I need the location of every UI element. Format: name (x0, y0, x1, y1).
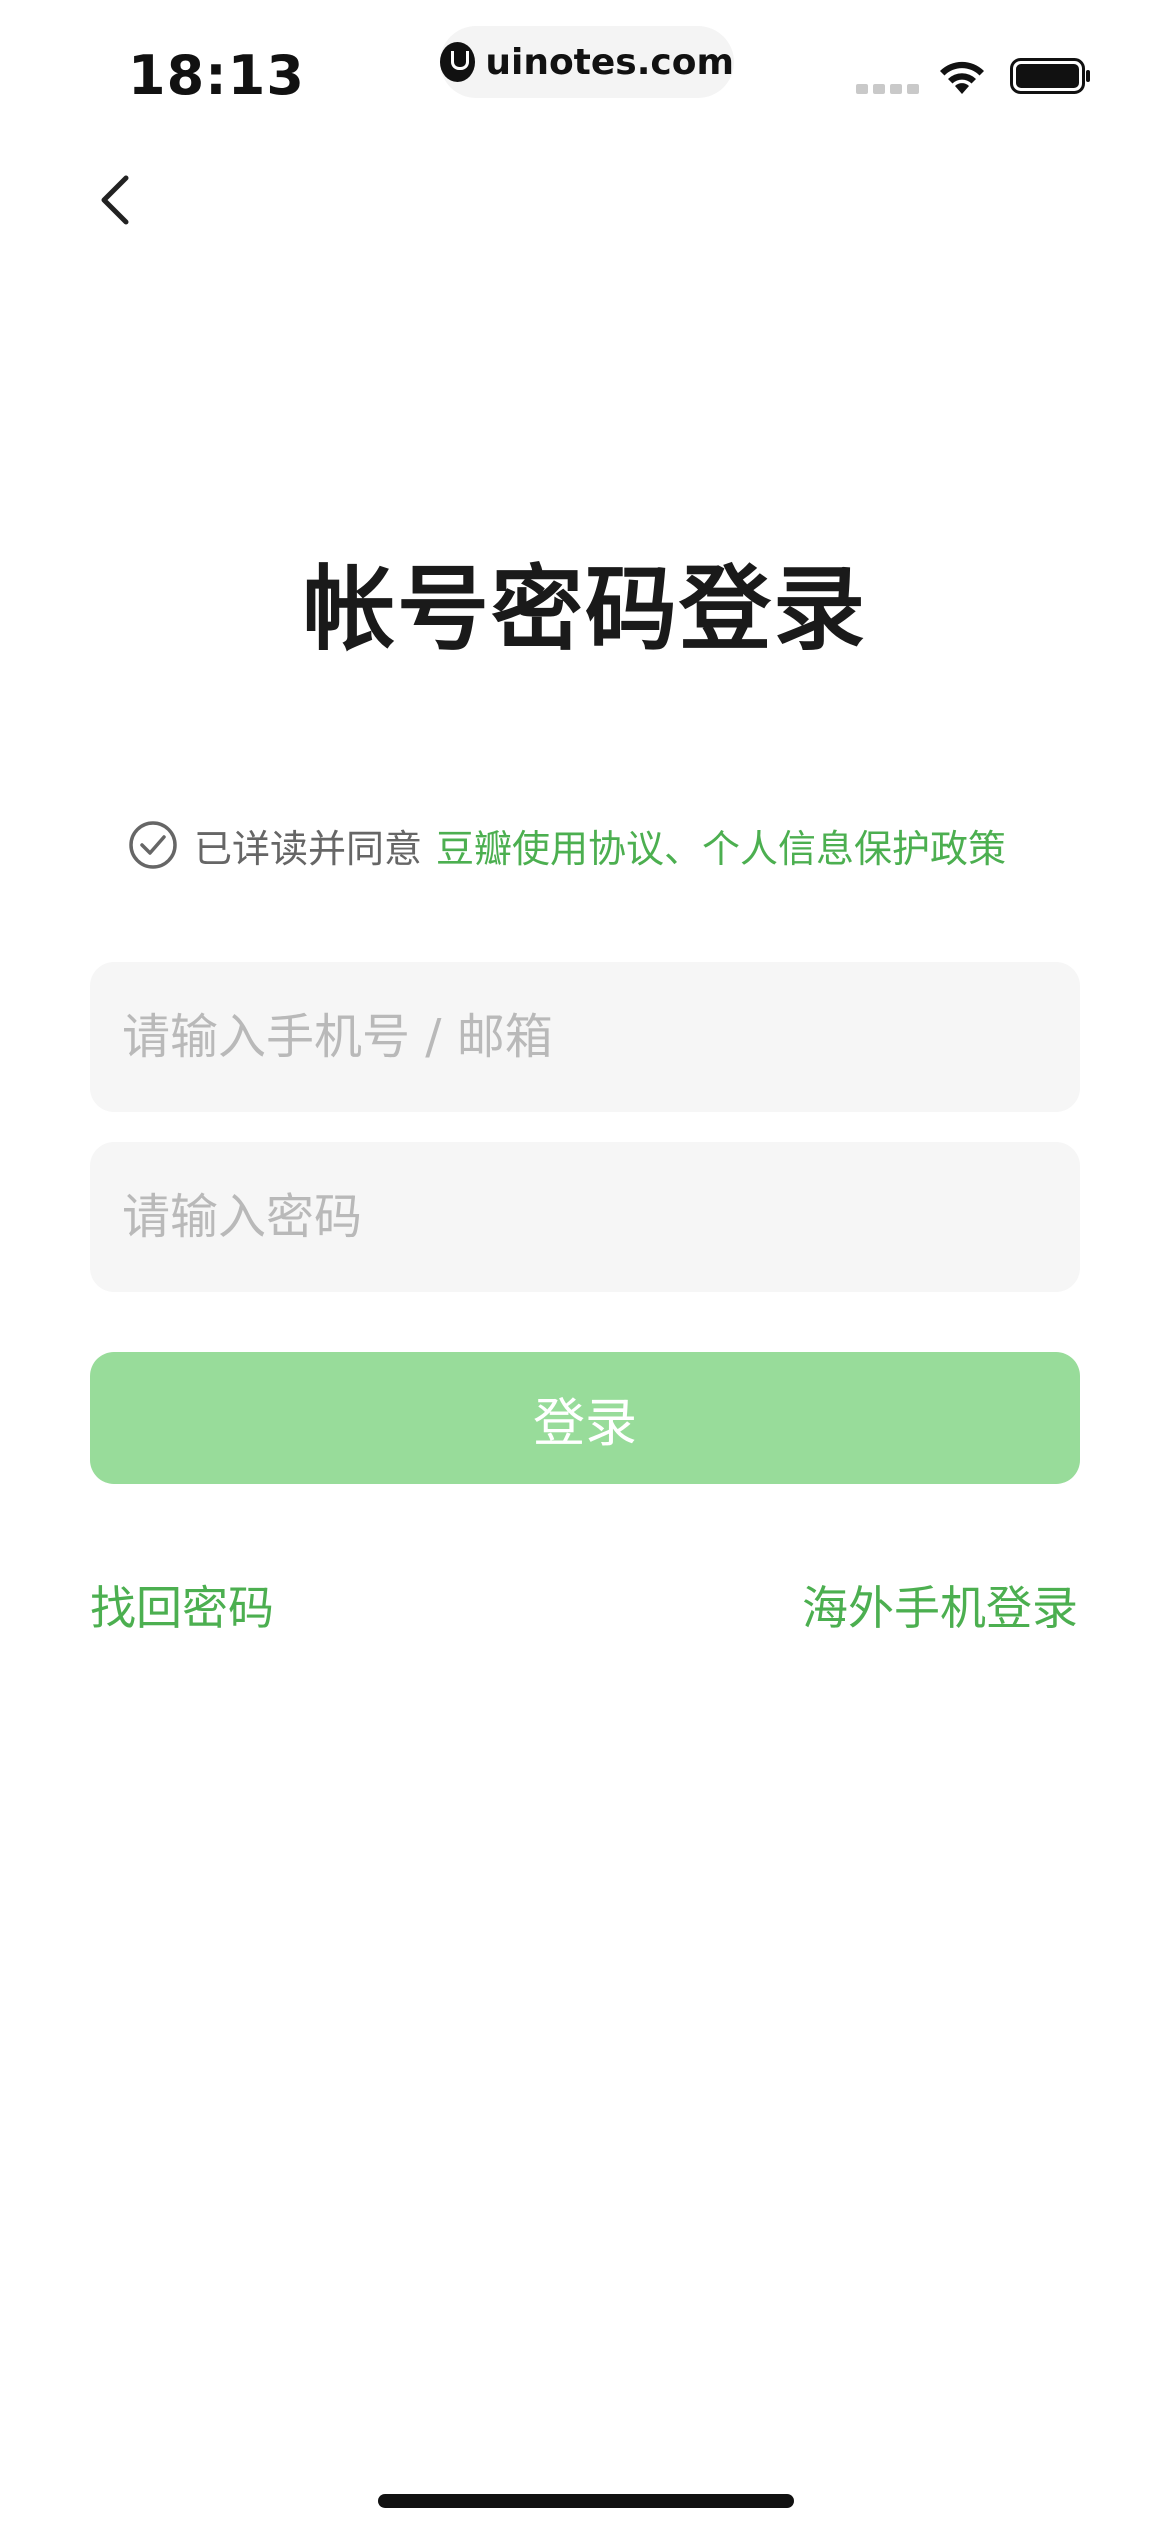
url-pill[interactable]: uinotes.com (440, 26, 734, 98)
terms-link[interactable]: 豆瓣使用协议 (436, 818, 664, 873)
wifi-icon (940, 61, 984, 94)
chevron-left-icon[interactable] (92, 170, 142, 230)
account-field (90, 962, 1080, 1112)
login-button[interactable]: 登录 (90, 1352, 1080, 1484)
cellular-signal-icon (856, 84, 919, 94)
password-field (90, 1142, 1080, 1292)
agreement-row: 已详读并同意 豆瓣使用协议 、 个人信息保护政策 (128, 816, 1068, 874)
battery-icon (1010, 58, 1090, 94)
agreement-separator: 、 (664, 826, 703, 871)
privacy-policy-link[interactable]: 个人信息保护政策 (702, 818, 1006, 873)
status-time: 18:13 (128, 44, 305, 107)
url-text: uinotes.com (485, 41, 734, 83)
check-circle-icon[interactable] (128, 820, 178, 870)
overseas-phone-login-link[interactable]: 海外手机登录 (802, 1572, 1078, 1638)
home-indicator[interactable] (378, 2494, 794, 2508)
password-input[interactable] (90, 1142, 1080, 1292)
login-screen: 18:13 uinotes.com 帐号密码登录 已详读并同意 豆瓣使用协议 、… (0, 0, 1170, 2532)
forgot-password-link[interactable]: 找回密码 (90, 1572, 274, 1638)
site-logo-icon (440, 42, 476, 82)
agreement-prefix: 已详读并同意 (194, 826, 423, 871)
account-input[interactable] (90, 962, 1080, 1112)
page-title: 帐号密码登录 (302, 556, 867, 663)
